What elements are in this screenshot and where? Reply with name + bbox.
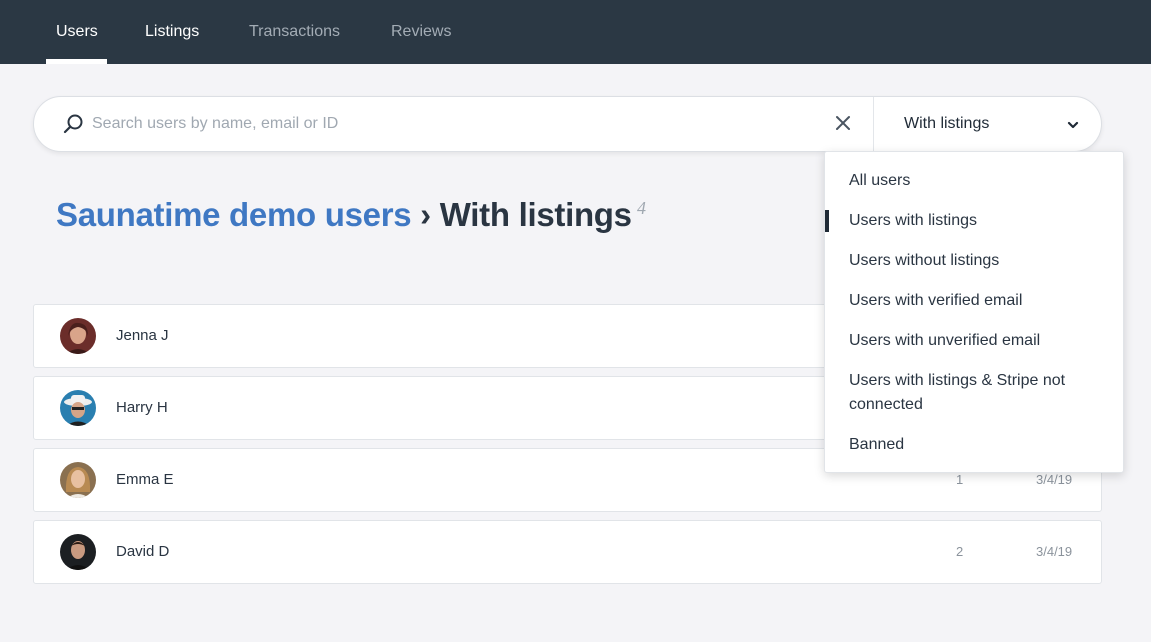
filter-dropdown-menu: All users Users with listings Users with…: [824, 151, 1124, 473]
tab-listings[interactable]: Listings: [145, 0, 199, 64]
menu-item-stripe-not-connected[interactable]: Users with listings & Stripe not connect…: [849, 369, 1099, 417]
page-title: Saunatime demo users › With listings: [56, 196, 632, 234]
user-name: Jenna J: [116, 327, 169, 344]
result-count: 4: [637, 198, 646, 218]
close-icon[interactable]: [833, 113, 853, 133]
user-filter-select[interactable]: With listings: [874, 97, 1101, 151]
breadcrumb-current: With listings: [439, 196, 632, 233]
user-name: David D: [116, 543, 170, 560]
joined-date: 3/4/19: [1036, 544, 1073, 559]
search-input[interactable]: [92, 109, 812, 139]
joined-date: 3/4/19: [1036, 472, 1073, 487]
filter-selected-label: With listings: [904, 115, 990, 132]
table-row[interactable]: David D 2 3/4/19: [33, 520, 1102, 584]
listing-count: 2: [956, 544, 964, 559]
menu-item-verified-email[interactable]: Users with verified email: [849, 289, 1099, 313]
tab-users[interactable]: Users: [56, 0, 98, 64]
avatar: [60, 318, 96, 354]
breadcrumb-link[interactable]: Saunatime demo users: [56, 196, 412, 233]
top-nav: Users Listings Transactions Reviews: [0, 0, 1151, 64]
listing-count: 1: [956, 472, 964, 487]
menu-item-all-users[interactable]: All users: [849, 169, 1099, 193]
avatar: [60, 462, 96, 498]
selected-option-indicator: [825, 210, 829, 232]
breadcrumb-separator: ›: [420, 196, 431, 233]
menu-item-banned[interactable]: Banned: [849, 433, 1099, 457]
search-icon: [63, 114, 83, 134]
menu-item-unverified-email[interactable]: Users with unverified email: [849, 329, 1099, 353]
avatar: [60, 390, 96, 426]
tab-reviews[interactable]: Reviews: [391, 0, 451, 64]
user-name: Emma E: [116, 471, 174, 488]
tab-transactions[interactable]: Transactions: [249, 0, 340, 64]
menu-item-with-listings[interactable]: Users with listings: [849, 209, 1099, 233]
search-bar: With listings: [33, 96, 1102, 152]
active-tab-indicator: [46, 59, 107, 64]
user-name: Harry H: [116, 399, 168, 416]
menu-item-without-listings[interactable]: Users without listings: [849, 249, 1099, 273]
avatar: [60, 534, 96, 570]
chevron-down-icon: [1067, 121, 1079, 129]
